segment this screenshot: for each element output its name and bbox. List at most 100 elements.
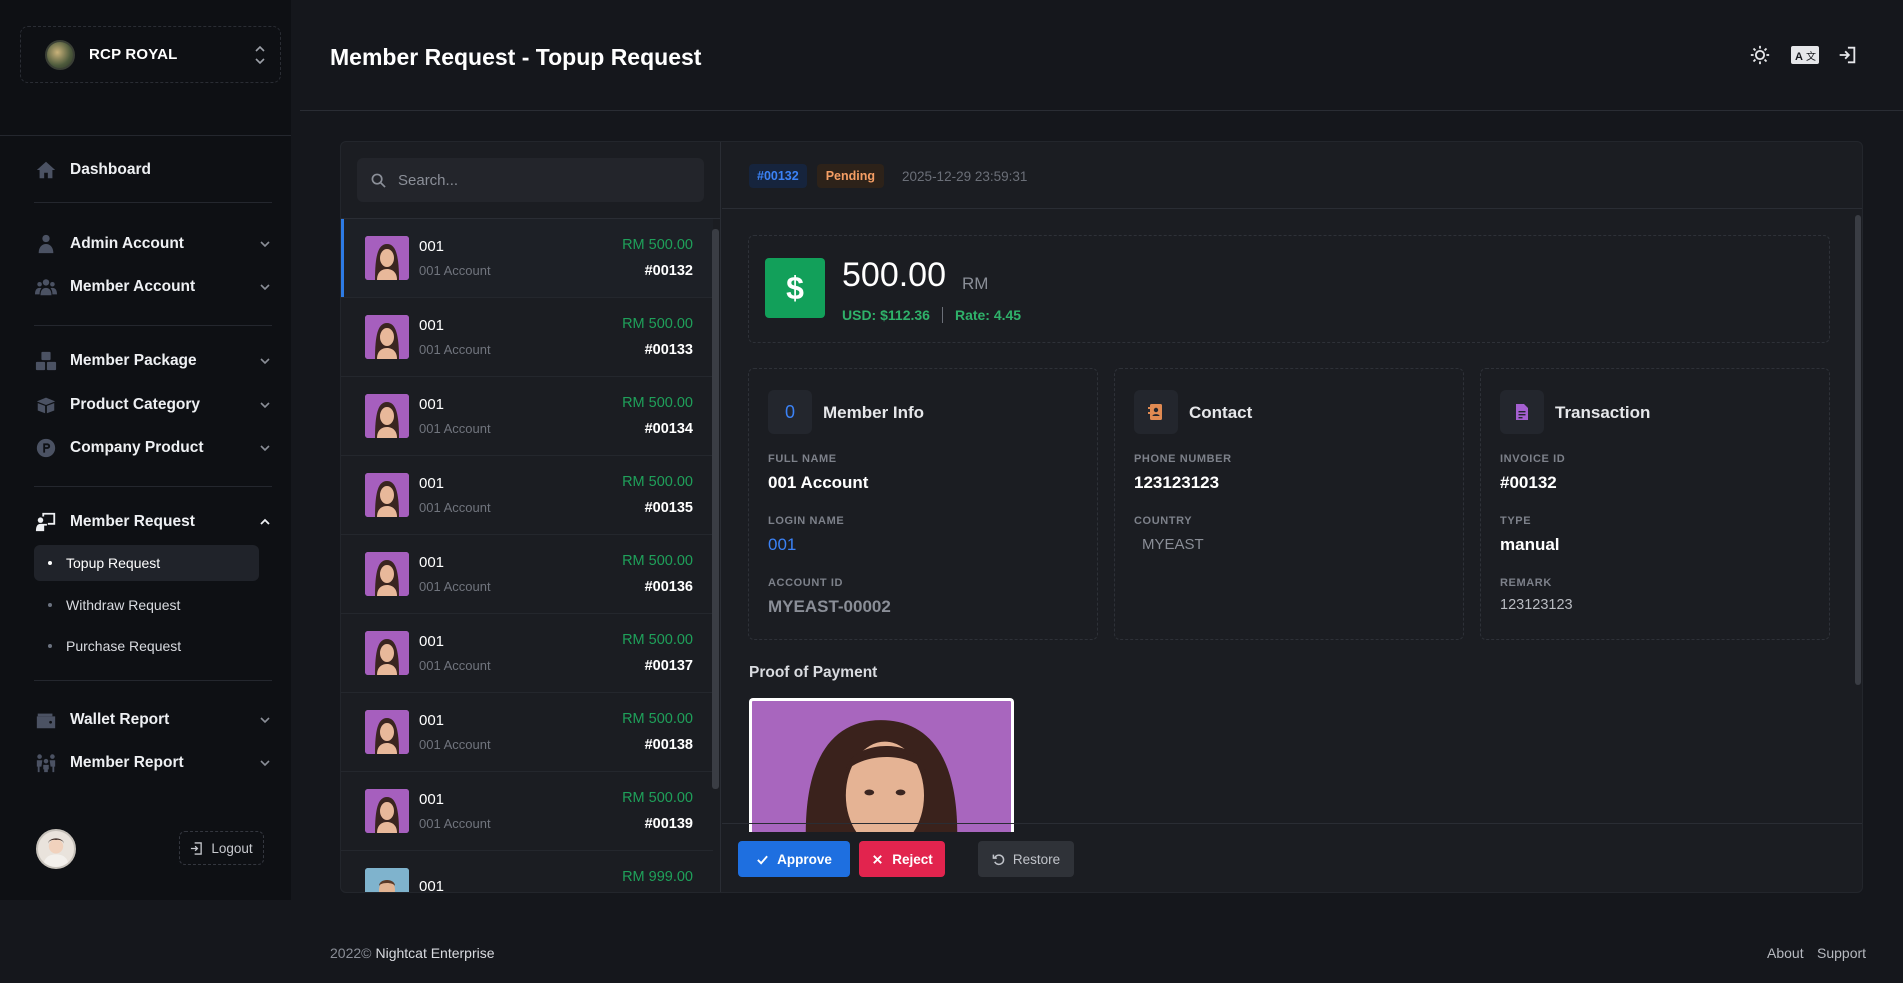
chevron-down-icon (258, 713, 272, 727)
logout-icon[interactable] (1835, 44, 1859, 66)
divider (941, 307, 943, 323)
dollar-icon: $ (765, 258, 825, 318)
amount-currency: RM (962, 274, 989, 293)
row-name: 001 (419, 554, 445, 571)
user-tie-icon (34, 232, 58, 256)
approve-label: Approve (777, 851, 832, 867)
request-detail: #00132 Pending 2025-12-29 23:59:31 $ 500… (722, 142, 1862, 892)
action-divider (722, 823, 1862, 824)
row-amount: RM 500.00 (622, 632, 693, 648)
list-item[interactable]: 001 001 Account RM 500.00 #00139 (341, 772, 713, 851)
logout-icon (191, 841, 203, 855)
file-invoice-icon (1500, 390, 1544, 434)
sidebar-subitem-purchase-request[interactable]: Purchase Request (34, 628, 259, 664)
company-link[interactable]: Nightcat Enterprise (375, 945, 494, 961)
language-icon[interactable]: A文 (1790, 44, 1820, 66)
sidebar-item-member-report[interactable]: Member Report (34, 750, 272, 776)
type-value: manual (1500, 535, 1560, 554)
sidebar-separator (34, 325, 272, 326)
row-name: 001 (419, 475, 445, 492)
sidebar-item-member-request[interactable]: Member Request (34, 509, 272, 535)
field-label: TYPE (1500, 515, 1532, 527)
detail-header: #00132 Pending 2025-12-29 23:59:31 (749, 164, 1027, 188)
svg-text:文: 文 (1806, 50, 1816, 63)
contact-card: Contact PHONE NUMBER 123123123 COUNTRY M… (1114, 368, 1464, 640)
search-icon (371, 173, 386, 188)
card-title: Transaction (1555, 403, 1651, 422)
phone-value: 123123123 (1134, 473, 1220, 492)
sidebar-item-member-account[interactable]: Member Account (34, 274, 272, 300)
row-name: 001 (419, 791, 445, 808)
proof-of-payment-label: Proof of Payment (749, 664, 878, 681)
sidebar-subitem-topup-request[interactable]: Topup Request (34, 545, 259, 581)
field-label: INVOICE ID (1500, 453, 1566, 465)
chevron-down-icon (258, 441, 272, 455)
chevron-down-icon (258, 398, 272, 412)
list-item[interactable]: 001 001 Account RM 500.00 #00137 (341, 614, 713, 693)
sidebar-subitem-label: Withdraw Request (66, 597, 181, 613)
member-avatar (365, 631, 409, 675)
sidebar-item-label: Product Category (70, 396, 201, 413)
boxes-icon (34, 349, 58, 373)
sidebar-item-wallet-report[interactable]: Wallet Report (34, 707, 272, 733)
chevron-down-icon (258, 756, 272, 770)
row-id: #00134 (644, 421, 693, 437)
restore-button[interactable]: Restore (978, 841, 1074, 877)
sidebar-subitem-withdraw-request[interactable]: Withdraw Request (34, 587, 259, 623)
list-item[interactable]: 001 001 Account RM 500.00 #00135 (341, 456, 713, 535)
avatar[interactable] (36, 829, 76, 869)
reject-button[interactable]: Reject (859, 841, 945, 877)
logout-button[interactable]: Logout (179, 831, 264, 865)
sidebar-divider (0, 135, 291, 136)
chevron-updown-icon (254, 44, 266, 66)
brand-switcher[interactable]: RCP ROYAL (20, 26, 281, 83)
approve-button[interactable]: Approve (738, 841, 850, 877)
sidebar-item-label: Company Product (70, 439, 204, 456)
sidebar-footer: Logout (0, 795, 291, 900)
wallet-icon (34, 708, 58, 732)
box-open-icon (34, 393, 58, 417)
sidebar-separator (34, 680, 272, 681)
transaction-card: Transaction INVOICE ID #00132 TYPE manua… (1480, 368, 1830, 640)
list-item[interactable]: 001 RM 999.00 (341, 851, 713, 893)
support-link[interactable]: Support (1817, 945, 1866, 961)
page-title: Member Request - Topup Request (330, 44, 702, 70)
sidebar-item-admin-account[interactable]: Admin Account (34, 231, 272, 257)
detail-scrollbar[interactable] (1855, 215, 1861, 685)
chevron-down-icon (258, 354, 272, 368)
row-name: 001 (419, 712, 445, 729)
brand-logo (45, 39, 75, 70)
request-list: 001 001 Account RM 500.00 #00132 001 001 Ac… (341, 219, 713, 893)
page-header: Member Request - Topup Request A文 (300, 0, 1903, 111)
sidebar-item-product-category[interactable]: Product Category (34, 392, 272, 418)
row-account: 001 Account (419, 421, 491, 436)
list-item[interactable]: 001 001 Account RM 500.00 #00133 (341, 298, 713, 377)
search-box[interactable] (357, 158, 704, 202)
field-label: REMARK (1500, 577, 1552, 589)
list-scrollbar[interactable] (712, 229, 719, 789)
sidebar-item-company-product[interactable]: Company Product (34, 435, 272, 461)
about-link[interactable]: About (1767, 945, 1804, 961)
invoice-value: #00132 (1500, 473, 1557, 492)
row-id: #00138 (644, 737, 693, 753)
search-input[interactable] (398, 171, 688, 189)
sidebar-item-dashboard[interactable]: Dashboard (34, 157, 272, 183)
sidebar-item-label: Wallet Report (70, 711, 170, 728)
chevron-up-icon (258, 515, 272, 529)
row-name: 001 (419, 877, 445, 893)
row-amount: RM 999.00 (622, 869, 693, 885)
amount-value: 500.00 (842, 256, 946, 294)
list-item[interactable]: 001 001 Account RM 500.00 #00138 (341, 693, 713, 772)
member-avatar (365, 473, 409, 517)
list-item[interactable]: 001 001 Account RM 500.00 #00132 (341, 219, 713, 298)
list-item[interactable]: 001 001 Account RM 500.00 #00136 (341, 535, 713, 614)
page-footer: 2022© Nightcat Enterprise About Support (300, 900, 1903, 983)
sun-icon[interactable] (1748, 44, 1772, 66)
list-item[interactable]: 001 001 Account RM 500.00 #00134 (341, 377, 713, 456)
proof-of-payment-image[interactable] (749, 698, 1014, 832)
home-icon (34, 158, 58, 182)
sidebar-item-member-package[interactable]: Member Package (34, 348, 272, 374)
copyright: 2022© Nightcat Enterprise (330, 945, 495, 961)
sidebar-item-label: Member Report (70, 754, 184, 771)
field-label: ACCOUNT ID (768, 577, 844, 589)
